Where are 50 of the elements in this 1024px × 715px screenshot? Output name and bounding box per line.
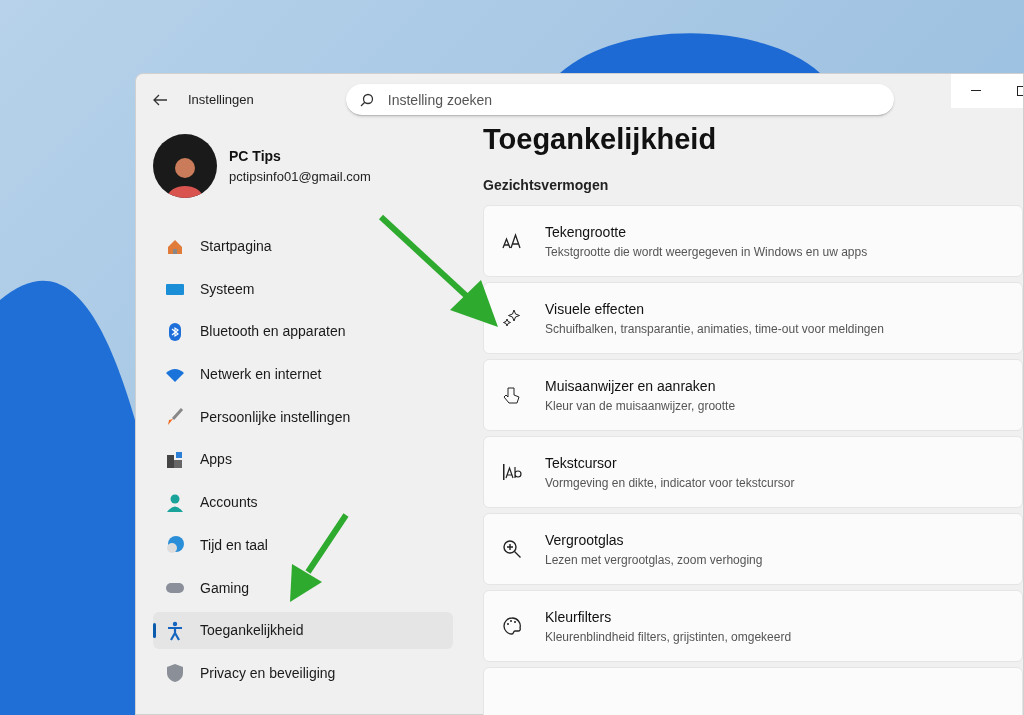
card-title: Visuele effecten xyxy=(545,299,646,319)
sidebar-item[interactable]: Toegankelijkheid xyxy=(153,612,453,650)
sidebar-item[interactable]: Startpagina xyxy=(153,228,453,265)
window-title: Instellingen xyxy=(188,91,254,110)
card-title: Tekengrootte xyxy=(545,222,627,242)
sidebar-item[interactable]: Apps xyxy=(153,441,453,479)
sidebar-item[interactable]: Netwerk en internet xyxy=(153,356,453,394)
palette-icon xyxy=(502,616,522,636)
globe-clock-icon xyxy=(165,535,185,556)
card-description: Kleurenblindheid filters, grijstinten, omgekeerd xyxy=(545,628,792,646)
card-description: Tekstgrootte die wordt weergegeven in Windows en uw apps xyxy=(545,243,868,261)
apps-icon xyxy=(165,449,185,470)
sparkle-icon xyxy=(502,308,522,328)
page-title: Toegankelijkheid xyxy=(483,122,718,157)
card-title: Vergrootglas xyxy=(545,530,625,550)
settings-card[interactable]: Vergrootglas Lezen met vergrootglas, zoom verhoging xyxy=(483,513,1023,585)
settings-card[interactable]: Tekengrootte Tekstgrootte die wordt weergegeven in Windows en uw apps xyxy=(483,205,1023,277)
card-title: Muisaanwijzer en aanraken xyxy=(545,376,717,396)
account-email: pctipsinfo01@gmail.com xyxy=(229,167,371,186)
card-description: Vormgeving en dikte, indicator voor tekstcursor xyxy=(545,474,795,492)
card-description: Schuifbalken, transparantie, animaties, time-out voor meldingen xyxy=(545,320,884,338)
sidebar-item[interactable]: Systeem xyxy=(153,270,453,308)
shield-icon xyxy=(165,663,185,684)
magnifier-icon xyxy=(502,539,522,559)
account-name: PC Tips xyxy=(229,146,282,166)
back-arrow-icon[interactable] xyxy=(152,92,168,108)
card-description: Kleur van de muisaanwijzer, grootte xyxy=(545,397,736,415)
card-title: Kleurfilters xyxy=(545,607,613,627)
sidebar-item[interactable]: Tijd en taal xyxy=(153,526,453,564)
settings-card[interactable]: Muisaanwijzer en aanraken Kleur van de muisaanwijzer, grootte xyxy=(483,359,1023,431)
settings-card[interactable]: Kleurfilters Kleurenblindheid filters, grijstinten, omgekeerd xyxy=(483,590,1023,662)
minimize-icon xyxy=(971,90,981,92)
text-cursor-icon xyxy=(502,462,522,482)
accessibility-icon xyxy=(165,620,185,641)
sidebar-item[interactable]: Privacy en beveiliging xyxy=(153,654,453,692)
sidebar-item[interactable]: Accounts xyxy=(153,484,453,522)
search-icon xyxy=(359,93,374,107)
sidebar-item[interactable]: Bluetooth en apparaten xyxy=(153,313,453,351)
settings-card[interactable]: Visuele effecten Schuifbalken, transparantie, animaties, time-out voor meldingen xyxy=(483,282,1023,354)
search-field[interactable]: Instelling zoeken xyxy=(345,84,894,116)
selection-indicator xyxy=(153,623,156,639)
sidebar-item[interactable]: Persoonlijke instellingen xyxy=(153,398,453,436)
maximize-icon xyxy=(1017,86,1023,96)
card-title: Tekstcursor xyxy=(545,453,618,473)
section-heading: Gezichtsvermogen xyxy=(483,176,610,195)
card-description: Lezen met vergrootglas, zoom verhoging xyxy=(545,551,763,569)
text-size-icon xyxy=(502,231,522,251)
person-icon xyxy=(165,492,185,513)
settings-card[interactable]: Tekstcursor Vormgeving en dikte, indicator voor tekstcursor xyxy=(483,436,1023,508)
hand-pointer-icon xyxy=(502,385,522,405)
